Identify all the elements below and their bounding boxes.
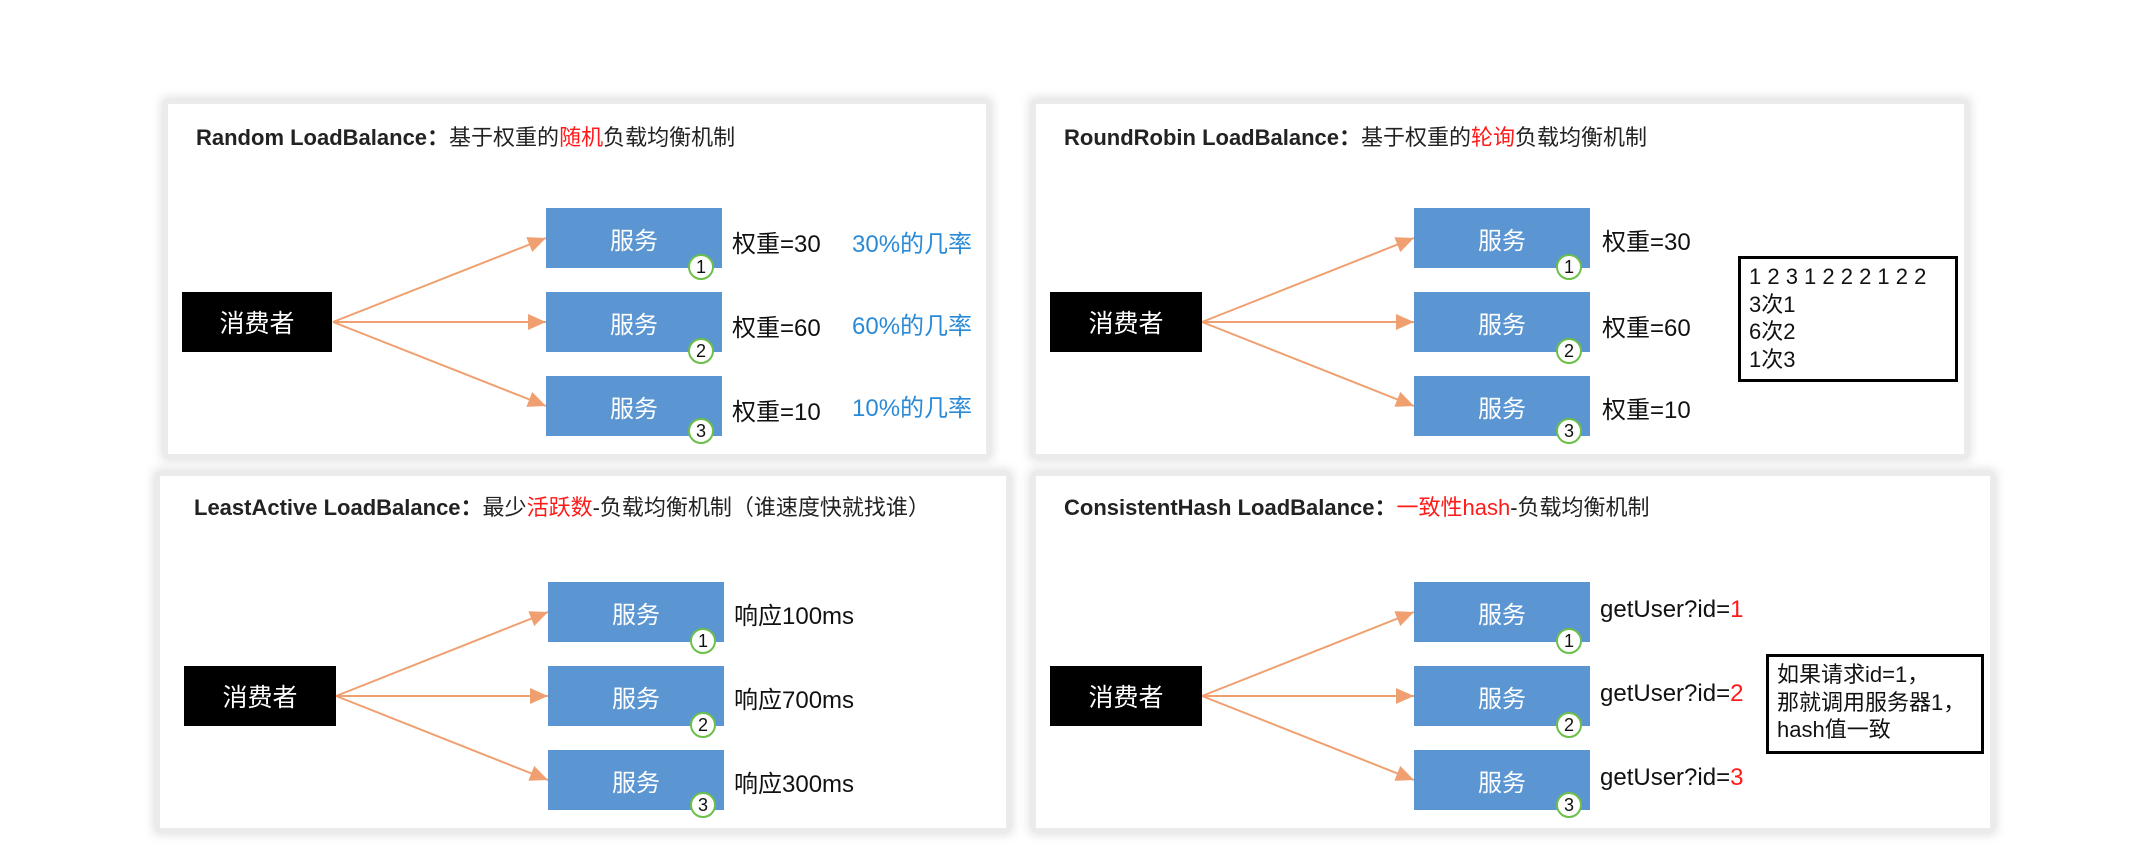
service-number-2: 2 bbox=[1556, 712, 1582, 738]
note-line-3: hash值一致 bbox=[1777, 717, 1891, 742]
request-id: 1 bbox=[1730, 596, 1744, 623]
note-line-3: 6次2 bbox=[1749, 319, 1796, 344]
service-number-1: 1 bbox=[688, 254, 714, 280]
service-label: 服务 bbox=[1478, 227, 1526, 255]
arrow-1 bbox=[335, 611, 549, 697]
service-label: 服务 bbox=[1478, 311, 1526, 339]
service-label: 服务 bbox=[610, 227, 658, 255]
request-label-1: getUser?id=1 bbox=[1600, 596, 1743, 624]
service-label: 服务 bbox=[612, 601, 660, 629]
arrow-3 bbox=[1201, 695, 1415, 781]
service-number-2: 2 bbox=[688, 338, 714, 364]
service-label: 服务 bbox=[612, 769, 660, 797]
arrow-3 bbox=[1201, 321, 1415, 407]
arrow-1 bbox=[1201, 611, 1415, 697]
service-number-1: 1 bbox=[1556, 628, 1582, 654]
arrow-1 bbox=[1201, 237, 1415, 323]
panel-random: Random LoadBalance：基于权重的随机负载均衡机制 消费者 服务 … bbox=[168, 104, 986, 454]
weight-label-1: 权重=30 bbox=[1602, 229, 1691, 256]
panel-roundrobin: RoundRobin LoadBalance：基于权重的轮询负载均衡机制 消费者… bbox=[1036, 104, 1964, 454]
response-label-2: 响应700ms bbox=[734, 687, 855, 714]
note-line-2: 3次1 bbox=[1749, 291, 1796, 317]
note-line-4: 1次3 bbox=[1749, 346, 1796, 372]
arrow-3 bbox=[332, 321, 547, 407]
service-number-2: 2 bbox=[690, 712, 716, 738]
panel-leastactive: LeastActive LoadBalance：最少活跃数-负载均衡机制（谁速度… bbox=[160, 476, 1006, 828]
service-number-3: 3 bbox=[690, 792, 716, 818]
weight-label-3: 权重=10 bbox=[732, 399, 821, 426]
consumer-box: 消费者 bbox=[1050, 666, 1202, 726]
hash-note-box: 如果请求id=1， 那就调用服务器1， hash值一致 bbox=[1766, 654, 1984, 754]
service-number-3: 3 bbox=[1556, 792, 1582, 818]
service-label: 服务 bbox=[1478, 769, 1526, 797]
probability-label-3: 10%的几率 bbox=[852, 395, 973, 422]
service-label: 服务 bbox=[610, 311, 658, 339]
panel-consistenthash: ConsistentHash LoadBalance：一致性hash-负载均衡机… bbox=[1036, 476, 1990, 828]
service-number-3: 3 bbox=[688, 418, 714, 444]
probability-label-1: 30%的几率 bbox=[852, 231, 973, 258]
response-label-1: 响应100ms bbox=[734, 603, 855, 630]
consumer-box: 消费者 bbox=[1050, 292, 1202, 352]
weight-label-1: 权重=30 bbox=[732, 231, 821, 258]
arrow-1 bbox=[332, 237, 547, 323]
request-id: 3 bbox=[1730, 764, 1744, 791]
service-number-1: 1 bbox=[690, 628, 716, 654]
service-number-2: 2 bbox=[1556, 338, 1582, 364]
response-label-3: 响应300ms bbox=[734, 771, 855, 798]
service-label: 服务 bbox=[1478, 601, 1526, 629]
request-label-2: getUser?id=2 bbox=[1600, 680, 1743, 708]
service-label: 服务 bbox=[612, 685, 660, 713]
request-label-3: getUser?id=3 bbox=[1600, 764, 1743, 792]
sequence-note-box: 1 2 3 1 2 2 2 1 2 2 3次1 6次2 1次3 bbox=[1738, 256, 1958, 382]
request-id: 2 bbox=[1730, 680, 1744, 707]
consumer-box: 消费者 bbox=[184, 666, 336, 726]
weight-label-2: 权重=60 bbox=[1602, 315, 1691, 342]
note-line-1: 1 2 3 1 2 2 2 1 2 2 bbox=[1749, 264, 1927, 289]
service-number-1: 1 bbox=[1556, 254, 1582, 280]
consumer-box: 消费者 bbox=[182, 292, 332, 352]
service-label: 服务 bbox=[1478, 685, 1526, 713]
probability-label-2: 60%的几率 bbox=[852, 313, 973, 340]
note-line-1: 如果请求id=1， bbox=[1777, 662, 1930, 687]
service-number-3: 3 bbox=[1556, 418, 1582, 444]
service-label: 服务 bbox=[1478, 395, 1526, 423]
request-text: getUser?id= bbox=[1600, 764, 1731, 791]
note-line-2: 那就调用服务器1， bbox=[1777, 689, 1966, 715]
request-text: getUser?id= bbox=[1600, 680, 1731, 707]
request-text: getUser?id= bbox=[1600, 596, 1731, 623]
weight-label-3: 权重=10 bbox=[1602, 397, 1691, 424]
arrow-3 bbox=[335, 695, 549, 781]
service-label: 服务 bbox=[610, 395, 658, 423]
weight-label-2: 权重=60 bbox=[732, 315, 821, 342]
